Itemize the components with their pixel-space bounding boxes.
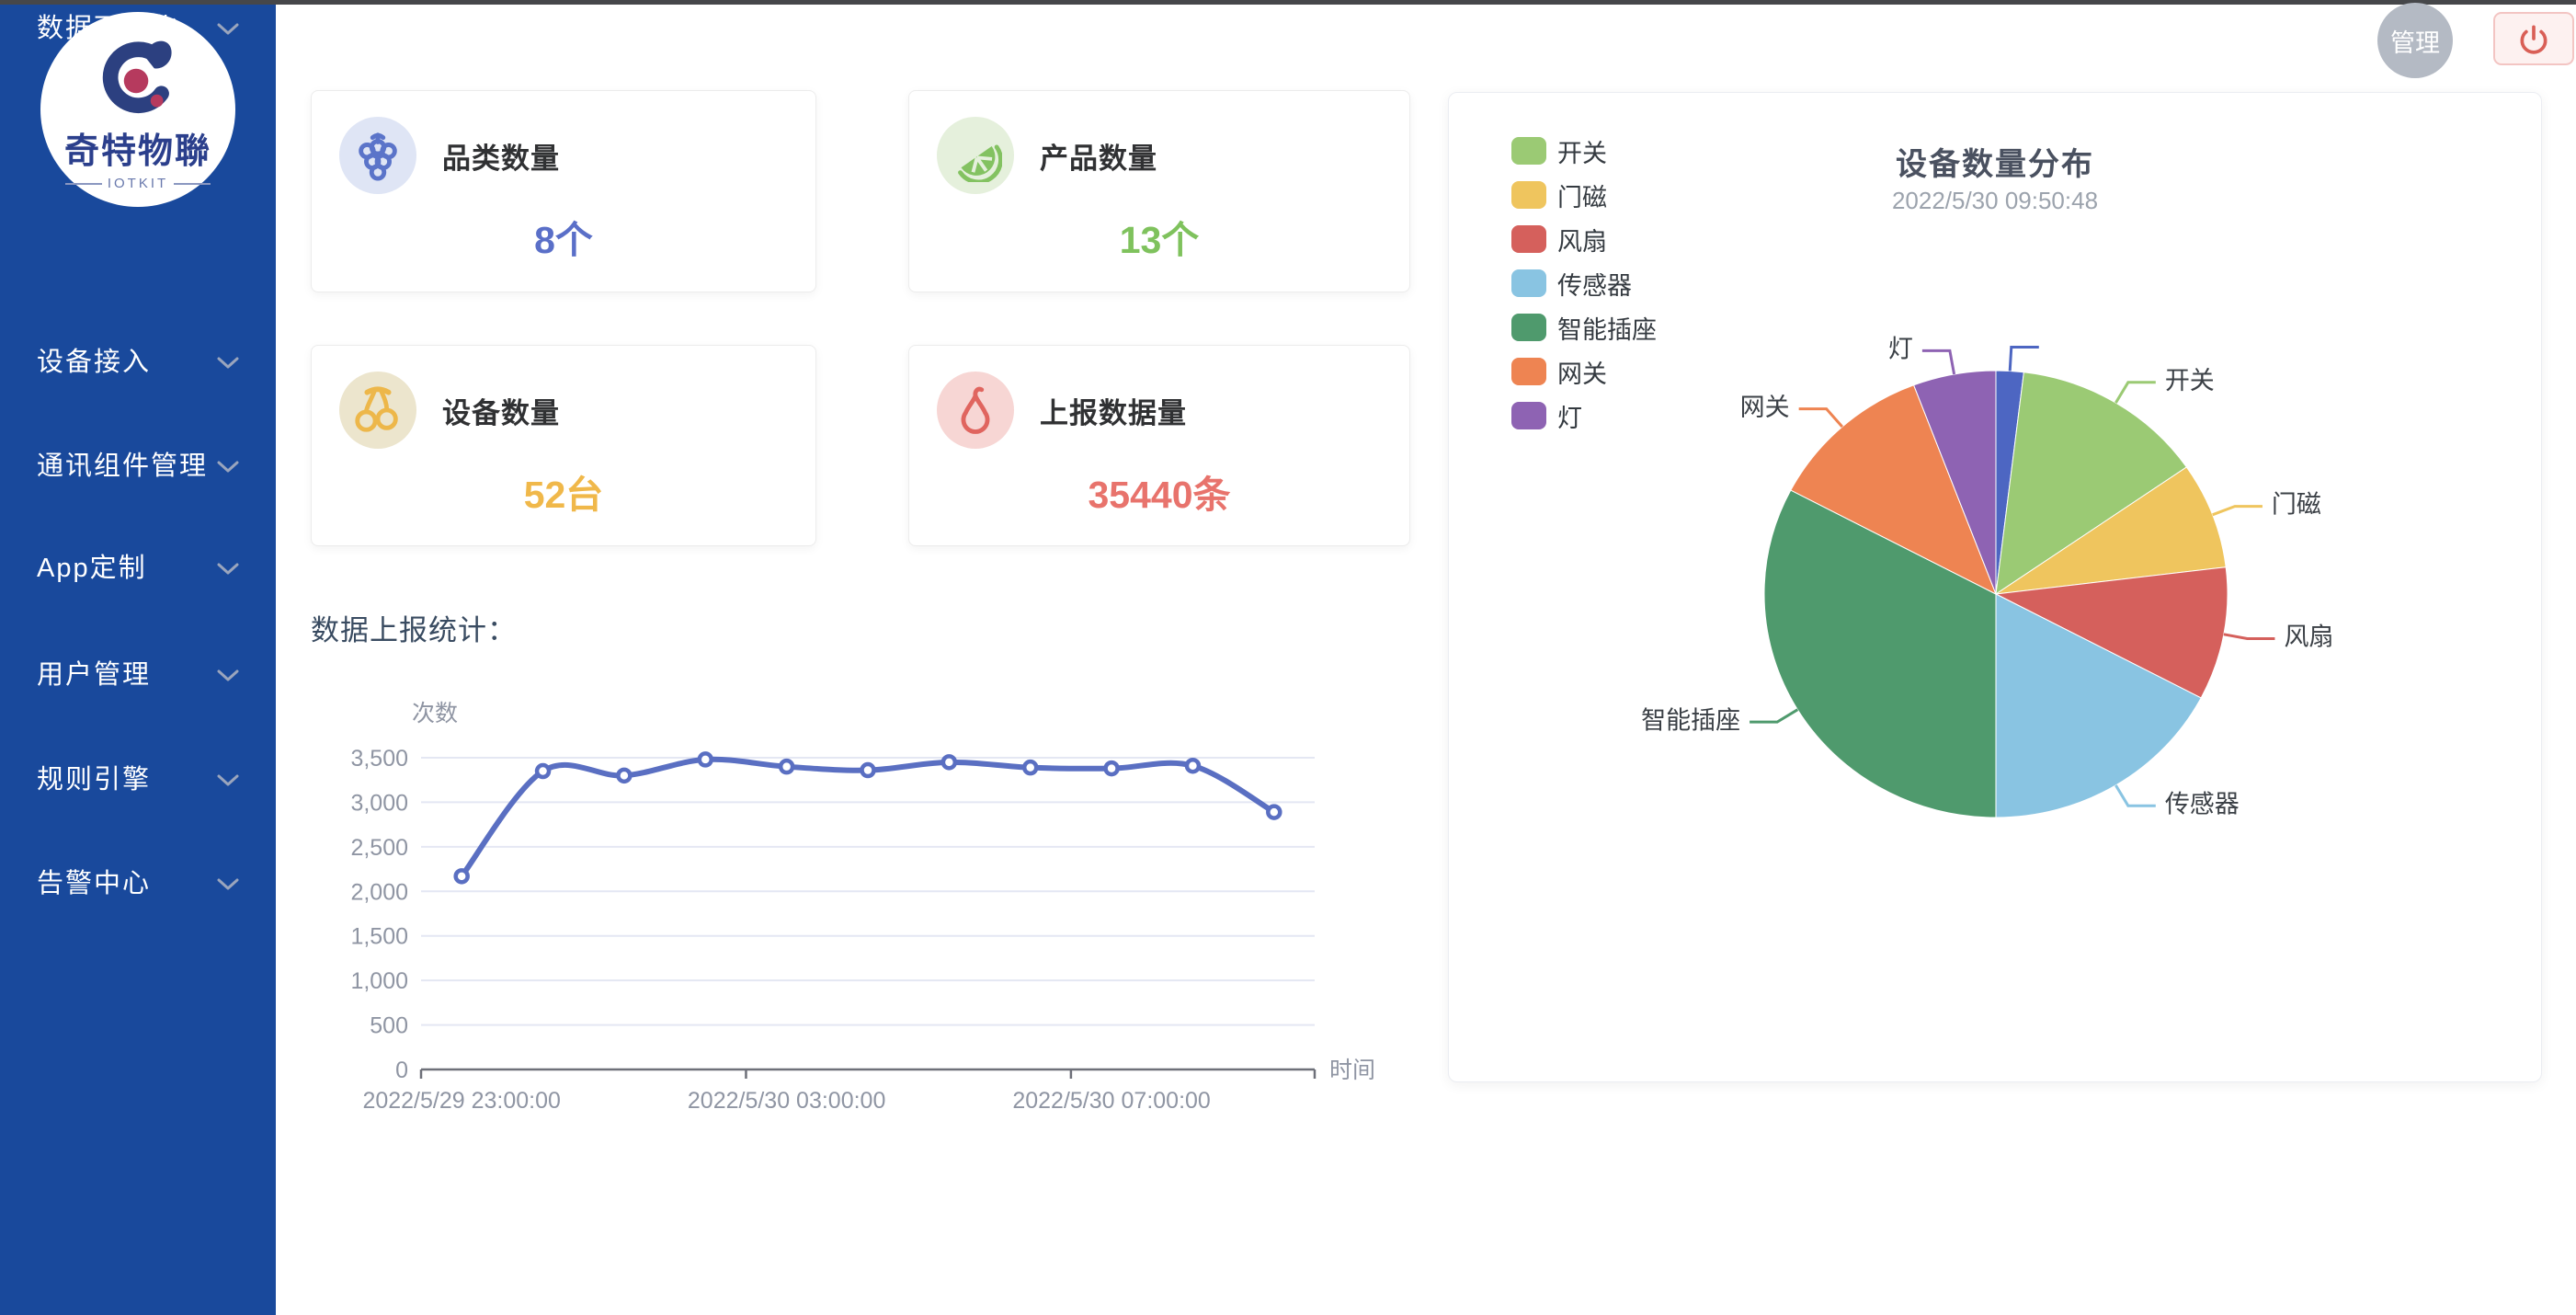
- avatar-label: 管理: [2390, 23, 2440, 59]
- logo-title: 奇特物聯: [64, 133, 211, 170]
- svg-text:时间: 时间: [1329, 1058, 1375, 1083]
- svg-text:2022/5/29 23:00:00: 2022/5/29 23:00:00: [362, 1088, 560, 1114]
- cherries-icon: [339, 372, 416, 449]
- svg-text:智能插座: 智能插座: [1641, 706, 1740, 734]
- svg-text:1,500: 1,500: [350, 924, 408, 950]
- chevron-down-icon: [217, 774, 239, 787]
- stat-card-reports: 上报数据量 35440条: [908, 345, 1410, 546]
- avatar[interactable]: 管理: [2377, 3, 2453, 78]
- sidebar-item-label: 数据可见化: [37, 5, 179, 52]
- stat-card-devices: 设备数量 52台: [311, 345, 816, 546]
- svg-text:传感器: 传感器: [2165, 790, 2240, 818]
- sidebar-item-comm-components[interactable]: 通讯组件管理: [0, 442, 276, 490]
- svg-text:2,000: 2,000: [350, 879, 408, 905]
- stat-card-value: 8个: [312, 209, 815, 264]
- pie-chart: 开关门磁风扇传感器 智能插座 网关 灯: [1449, 93, 2541, 1081]
- sidebar-item-label: App定制: [37, 544, 147, 592]
- sidebar-item-label: 规则引擎: [37, 756, 151, 804]
- svg-text:3,000: 3,000: [350, 790, 408, 816]
- svg-text:0: 0: [395, 1058, 408, 1083]
- sidebar-item-user-management[interactable]: 用户管理: [0, 651, 276, 699]
- sidebar-item-data-visualization[interactable]: 数据可见化: [0, 5, 276, 52]
- line-chart: 0 500 1,000 1,500 2,000 2,500 3,000 3,500 2022/5…: [349, 680, 1434, 1122]
- pie-chart-card: 设备数量分布 2022/5/30 09:50:48 开关门磁风扇传感器智能插座网…: [1448, 92, 2542, 1082]
- logo-subtitle-text: IOTKIT: [108, 176, 168, 191]
- sidebar-item-label: 告警中心: [37, 860, 151, 908]
- chevron-down-icon: [217, 357, 239, 370]
- stat-card-value: 35440条: [909, 463, 1409, 519]
- svg-text:1,000: 1,000: [350, 968, 408, 994]
- logout-button[interactable]: [2493, 12, 2574, 65]
- svg-text:次数: 次数: [412, 701, 458, 726]
- sidebar-item-label: 通讯组件管理: [37, 442, 208, 490]
- stat-card-label: 设备数量: [442, 390, 560, 431]
- power-icon: [2516, 21, 2551, 56]
- svg-text:门磁: 门磁: [2272, 491, 2321, 519]
- line-chart-title: 数据上报统计：: [311, 607, 517, 648]
- svg-text:500: 500: [370, 1013, 408, 1039]
- stat-card-label: 上报数据量: [1040, 390, 1187, 431]
- sidebar-item-app-custom[interactable]: App定制: [0, 544, 276, 592]
- window-top-strip: [0, 0, 2576, 5]
- stat-card-label: 产品数量: [1040, 135, 1157, 177]
- svg-text:2022/5/30 03:00:00: 2022/5/30 03:00:00: [688, 1088, 885, 1114]
- grapes-icon: [339, 117, 416, 194]
- chevron-down-icon: [217, 669, 239, 682]
- stat-card-value: 13个: [909, 209, 1409, 264]
- svg-text:风扇: 风扇: [2284, 623, 2333, 651]
- stat-card-categories: 品类数量 8个: [311, 90, 816, 292]
- stat-card-products: 产品数量 13个: [908, 90, 1410, 292]
- svg-text:网关: 网关: [1740, 394, 1790, 421]
- svg-text:2022/5/30 07:00:00: 2022/5/30 07:00:00: [1012, 1088, 1210, 1114]
- stat-card-label: 品类数量: [442, 135, 560, 177]
- sidebar: 奇特物聯 IOTKIT 设备接入 通讯组件管理 App定制 用户管理 规则引擎 …: [0, 5, 276, 1315]
- sidebar-item-alarm-center[interactable]: 告警中心: [0, 860, 276, 908]
- svg-text:开关: 开关: [2165, 367, 2215, 394]
- chevron-down-icon: [217, 563, 239, 576]
- sidebar-item-rule-engine[interactable]: 规则引擎: [0, 756, 276, 804]
- sidebar-item-label: 用户管理: [37, 651, 151, 699]
- sidebar-item-device-access[interactable]: 设备接入: [0, 338, 276, 386]
- lemon-icon: [937, 117, 1014, 194]
- pear-icon: [937, 372, 1014, 449]
- svg-text:灯: 灯: [1888, 336, 1913, 363]
- chevron-down-icon: [217, 461, 239, 474]
- logo-subtitle: IOTKIT: [65, 176, 211, 191]
- chevron-down-icon: [217, 878, 239, 891]
- chevron-down-icon: [217, 23, 239, 36]
- svg-text:3,500: 3,500: [350, 746, 408, 772]
- stat-card-value: 52台: [312, 463, 815, 519]
- svg-text:2,500: 2,500: [350, 835, 408, 861]
- sidebar-item-label: 设备接入: [37, 338, 151, 386]
